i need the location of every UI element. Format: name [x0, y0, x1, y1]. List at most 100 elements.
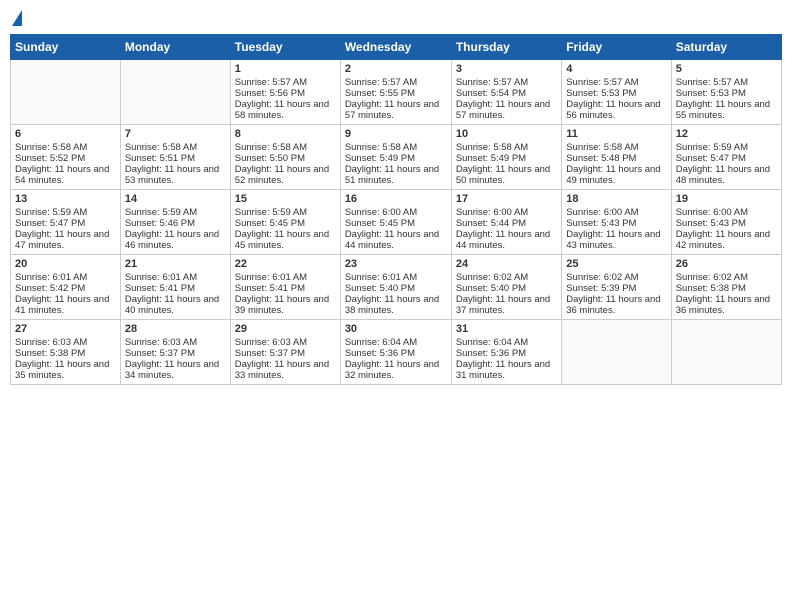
day-info-line: Sunset: 5:41 PM: [235, 283, 336, 294]
calendar-day-cell: 10Sunrise: 5:58 AMSunset: 5:49 PMDayligh…: [451, 125, 561, 190]
day-info-line: Sunrise: 5:57 AM: [456, 77, 557, 88]
day-number: 29: [235, 323, 336, 335]
calendar-day-cell: [562, 320, 671, 385]
day-number: 2: [345, 63, 447, 75]
day-info-line: Sunset: 5:53 PM: [566, 88, 666, 99]
logo-triangle-icon: [12, 10, 22, 26]
calendar-day-cell: 17Sunrise: 6:00 AMSunset: 5:44 PMDayligh…: [451, 190, 561, 255]
day-info-line: Sunrise: 5:57 AM: [566, 77, 666, 88]
calendar-day-cell: 1Sunrise: 5:57 AMSunset: 5:56 PMDaylight…: [230, 60, 340, 125]
calendar-day-cell: 7Sunrise: 5:58 AMSunset: 5:51 PMDaylight…: [120, 125, 230, 190]
day-number: 15: [235, 193, 336, 205]
calendar-day-cell: 6Sunrise: 5:58 AMSunset: 5:52 PMDaylight…: [11, 125, 121, 190]
calendar-day-cell: 15Sunrise: 5:59 AMSunset: 5:45 PMDayligh…: [230, 190, 340, 255]
day-number: 20: [15, 258, 116, 270]
calendar-day-cell: 12Sunrise: 5:59 AMSunset: 5:47 PMDayligh…: [671, 125, 781, 190]
day-number: 7: [125, 128, 226, 140]
calendar-table: SundayMondayTuesdayWednesdayThursdayFrid…: [10, 34, 782, 385]
calendar-day-cell: 22Sunrise: 6:01 AMSunset: 5:41 PMDayligh…: [230, 255, 340, 320]
day-info-line: Sunrise: 5:57 AM: [235, 77, 336, 88]
day-info-line: Sunset: 5:53 PM: [676, 88, 777, 99]
day-info-line: Sunset: 5:43 PM: [566, 218, 666, 229]
calendar-day-cell: 2Sunrise: 5:57 AMSunset: 5:55 PMDaylight…: [340, 60, 451, 125]
calendar-day-cell: 28Sunrise: 6:03 AMSunset: 5:37 PMDayligh…: [120, 320, 230, 385]
page-header: [10, 10, 782, 26]
day-info-line: Daylight: 11 hours and 32 minutes.: [345, 359, 447, 381]
day-info-line: Sunrise: 6:03 AM: [125, 337, 226, 348]
day-number: 17: [456, 193, 557, 205]
day-info-line: Sunset: 5:40 PM: [456, 283, 557, 294]
calendar-week-row: 27Sunrise: 6:03 AMSunset: 5:38 PMDayligh…: [11, 320, 782, 385]
calendar-day-cell: 3Sunrise: 5:57 AMSunset: 5:54 PMDaylight…: [451, 60, 561, 125]
day-number: 3: [456, 63, 557, 75]
calendar-week-row: 20Sunrise: 6:01 AMSunset: 5:42 PMDayligh…: [11, 255, 782, 320]
calendar-header-row: SundayMondayTuesdayWednesdayThursdayFrid…: [11, 35, 782, 60]
day-number: 5: [676, 63, 777, 75]
day-number: 23: [345, 258, 447, 270]
day-info-line: Daylight: 11 hours and 41 minutes.: [15, 294, 116, 316]
day-info-line: Sunset: 5:38 PM: [676, 283, 777, 294]
day-info-line: Sunset: 5:40 PM: [345, 283, 447, 294]
day-info-line: Sunset: 5:37 PM: [125, 348, 226, 359]
day-info-line: Sunrise: 6:01 AM: [15, 272, 116, 283]
day-info-line: Sunrise: 6:00 AM: [676, 207, 777, 218]
day-info-line: Sunset: 5:43 PM: [676, 218, 777, 229]
weekday-header: Thursday: [451, 35, 561, 60]
day-info-line: Daylight: 11 hours and 49 minutes.: [566, 164, 666, 186]
day-info-line: Sunrise: 5:57 AM: [676, 77, 777, 88]
day-info-line: Sunset: 5:52 PM: [15, 153, 116, 164]
day-info-line: Sunset: 5:38 PM: [15, 348, 116, 359]
day-info-line: Sunrise: 6:03 AM: [235, 337, 336, 348]
day-number: 28: [125, 323, 226, 335]
calendar-day-cell: 24Sunrise: 6:02 AMSunset: 5:40 PMDayligh…: [451, 255, 561, 320]
day-info-line: Daylight: 11 hours and 48 minutes.: [676, 164, 777, 186]
day-info-line: Sunset: 5:49 PM: [345, 153, 447, 164]
day-info-line: Sunrise: 5:58 AM: [345, 142, 447, 153]
day-info-line: Daylight: 11 hours and 54 minutes.: [15, 164, 116, 186]
day-info-line: Daylight: 11 hours and 51 minutes.: [345, 164, 447, 186]
day-info-line: Daylight: 11 hours and 33 minutes.: [235, 359, 336, 381]
weekday-header: Tuesday: [230, 35, 340, 60]
day-info-line: Sunset: 5:41 PM: [125, 283, 226, 294]
day-number: 21: [125, 258, 226, 270]
day-info-line: Sunset: 5:42 PM: [15, 283, 116, 294]
calendar-day-cell: 4Sunrise: 5:57 AMSunset: 5:53 PMDaylight…: [562, 60, 671, 125]
calendar-day-cell: [120, 60, 230, 125]
day-info-line: Daylight: 11 hours and 43 minutes.: [566, 229, 666, 251]
day-info-line: Sunrise: 6:04 AM: [345, 337, 447, 348]
calendar-day-cell: 23Sunrise: 6:01 AMSunset: 5:40 PMDayligh…: [340, 255, 451, 320]
calendar-week-row: 6Sunrise: 5:58 AMSunset: 5:52 PMDaylight…: [11, 125, 782, 190]
weekday-header: Monday: [120, 35, 230, 60]
calendar-day-cell: 11Sunrise: 5:58 AMSunset: 5:48 PMDayligh…: [562, 125, 671, 190]
day-info-line: Sunset: 5:55 PM: [345, 88, 447, 99]
day-info-line: Sunrise: 5:57 AM: [345, 77, 447, 88]
logo: [10, 10, 22, 26]
weekday-header: Sunday: [11, 35, 121, 60]
day-info-line: Sunset: 5:50 PM: [235, 153, 336, 164]
calendar-day-cell: 18Sunrise: 6:00 AMSunset: 5:43 PMDayligh…: [562, 190, 671, 255]
day-info-line: Sunset: 5:56 PM: [235, 88, 336, 99]
day-info-line: Sunset: 5:44 PM: [456, 218, 557, 229]
day-info-line: Daylight: 11 hours and 56 minutes.: [566, 99, 666, 121]
day-info-line: Daylight: 11 hours and 36 minutes.: [566, 294, 666, 316]
calendar-day-cell: [11, 60, 121, 125]
day-number: 8: [235, 128, 336, 140]
day-info-line: Sunset: 5:54 PM: [456, 88, 557, 99]
calendar-day-cell: 30Sunrise: 6:04 AMSunset: 5:36 PMDayligh…: [340, 320, 451, 385]
day-info-line: Sunrise: 5:58 AM: [15, 142, 116, 153]
day-info-line: Daylight: 11 hours and 52 minutes.: [235, 164, 336, 186]
calendar-day-cell: 14Sunrise: 5:59 AMSunset: 5:46 PMDayligh…: [120, 190, 230, 255]
weekday-header: Friday: [562, 35, 671, 60]
day-info-line: Daylight: 11 hours and 39 minutes.: [235, 294, 336, 316]
day-number: 30: [345, 323, 447, 335]
day-info-line: Sunrise: 5:59 AM: [235, 207, 336, 218]
calendar-day-cell: 31Sunrise: 6:04 AMSunset: 5:36 PMDayligh…: [451, 320, 561, 385]
day-info-line: Sunset: 5:48 PM: [566, 153, 666, 164]
day-info-line: Sunrise: 5:59 AM: [676, 142, 777, 153]
day-number: 16: [345, 193, 447, 205]
day-number: 24: [456, 258, 557, 270]
day-number: 11: [566, 128, 666, 140]
day-info-line: Sunrise: 6:00 AM: [456, 207, 557, 218]
day-number: 26: [676, 258, 777, 270]
calendar-day-cell: 21Sunrise: 6:01 AMSunset: 5:41 PMDayligh…: [120, 255, 230, 320]
